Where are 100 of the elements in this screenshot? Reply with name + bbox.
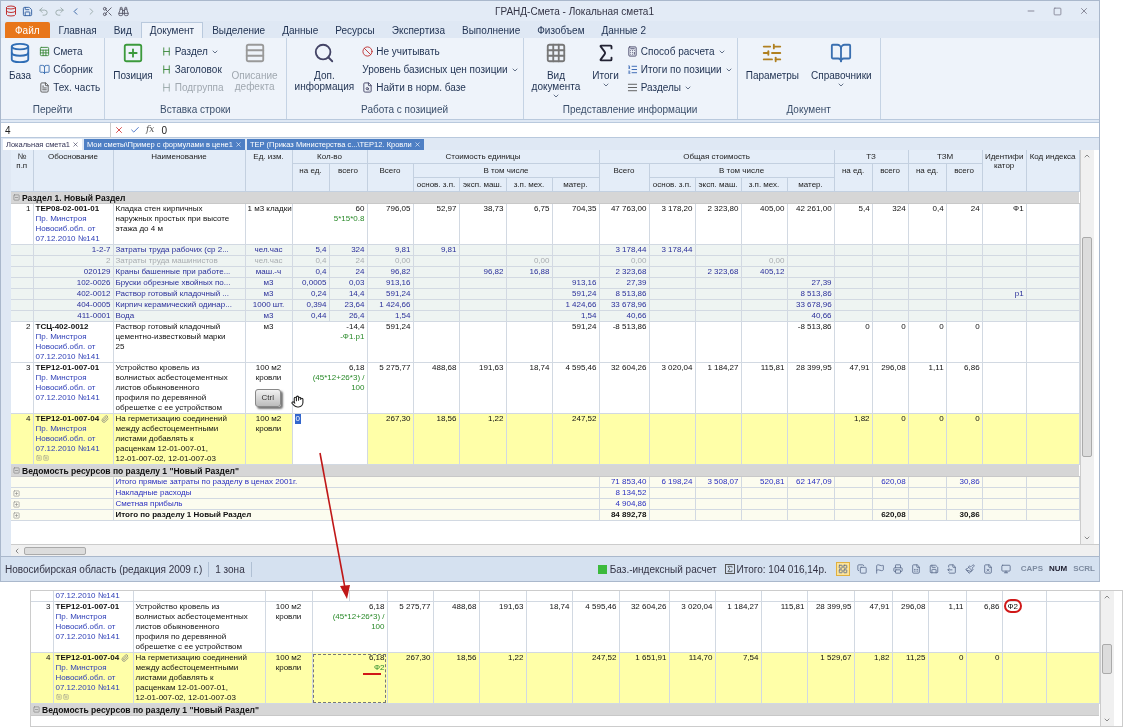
scroll-down-icon[interactable] bbox=[1083, 534, 1092, 542]
save-icon[interactable] bbox=[927, 563, 940, 575]
source-link[interactable]: Пр. Минстроя Новосиб.обл. от 07.12.2010 №141 bbox=[55, 612, 131, 642]
menu-tab[interactable]: Выполнение bbox=[454, 22, 529, 38]
scroll-left-icon[interactable] bbox=[13, 546, 21, 555]
menu-tab[interactable]: Вид bbox=[105, 22, 140, 38]
ribbon-button[interactable]: Способ расчета bbox=[626, 44, 733, 59]
close-icon[interactable] bbox=[413, 141, 421, 148]
expand-icon[interactable] bbox=[13, 490, 20, 497]
scroll-up-icon[interactable] bbox=[1103, 593, 1111, 601]
table-cell: 52,97 bbox=[413, 203, 459, 245]
ribbon-button[interactable]: Не учитывать bbox=[362, 44, 519, 59]
ribbon-button[interactable]: Сборник bbox=[39, 62, 101, 77]
collapse-icon[interactable] bbox=[13, 467, 20, 474]
ribbon-button[interactable]: Тех. часть bbox=[39, 80, 101, 95]
ribbon-button[interactable]: Найти в норм. базе bbox=[362, 80, 519, 95]
ribbon-button[interactable]: Заголовок bbox=[160, 62, 224, 77]
table-cell: На герметизацию соединений между асбестоцементными листами добавлять к расценкам 12-01-007-01, 12-01-007-02, 12-01-007-03 bbox=[133, 652, 265, 704]
table-cell: 1,54 bbox=[367, 310, 413, 322]
source-link[interactable]: Пр. Минстроя Новосиб.обл. от 07.12.2010 №141 bbox=[35, 424, 111, 454]
table-cell: 1,22 bbox=[459, 413, 506, 465]
ribbon-large-button[interactable]: Параметры bbox=[741, 42, 803, 102]
status-text: Итого: 104 016,14р. bbox=[736, 562, 827, 577]
menu-tab[interactable]: Выделение bbox=[204, 22, 274, 38]
source-link[interactable]: Пр. Минстроя Новосиб.обл. от 07.12.2010 №141 bbox=[35, 214, 111, 244]
menu-tab[interactable]: Физобъем bbox=[529, 22, 593, 38]
table-cell: 405,00 bbox=[741, 203, 787, 245]
scroll-thumb[interactable] bbox=[1102, 643, 1112, 674]
spreadsheet-icon[interactable] bbox=[909, 563, 922, 575]
grid-icon[interactable] bbox=[835, 562, 850, 576]
scroll-thumb[interactable] bbox=[24, 546, 86, 555]
ribbon-large-button[interactable]: Позиция bbox=[109, 42, 157, 102]
function-button[interactable]: fx bbox=[146, 123, 155, 137]
collapse-icon[interactable] bbox=[33, 706, 40, 713]
binoculars-icon[interactable] bbox=[118, 5, 129, 17]
scroll-up-icon[interactable] bbox=[1083, 152, 1092, 160]
table-cell: 62 147,09 bbox=[787, 476, 835, 488]
ribbon-button[interactable]: Разделы bbox=[626, 80, 733, 95]
scroll-thumb[interactable] bbox=[1082, 237, 1093, 457]
monitor-icon[interactable] bbox=[999, 563, 1012, 575]
expand-icon[interactable] bbox=[62, 694, 69, 700]
scroll-down-icon[interactable] bbox=[1103, 716, 1111, 724]
ribbon-large-button[interactable]: Вид документа bbox=[527, 42, 585, 102]
formula-field[interactable]: 0 bbox=[157, 122, 1099, 138]
menu-tab[interactable]: Документ bbox=[140, 22, 204, 38]
cell-reference-field[interactable]: 4 bbox=[1, 122, 111, 138]
ribbon-large-button[interactable]: База bbox=[5, 42, 36, 102]
close-icon[interactable] bbox=[72, 141, 79, 148]
app-logo-icon[interactable] bbox=[5, 5, 17, 17]
brush-icon[interactable] bbox=[963, 563, 976, 575]
menu-tab[interactable]: Ресурсы bbox=[327, 22, 383, 38]
expand-icon[interactable] bbox=[42, 455, 49, 461]
expand-icon[interactable] bbox=[35, 455, 42, 461]
menu-tab[interactable]: Экспертиза bbox=[383, 22, 453, 38]
cut-icon[interactable] bbox=[102, 5, 113, 17]
table-cell: 1,82 bbox=[834, 413, 873, 465]
ribbon-button[interactable]: Смета bbox=[39, 44, 101, 59]
menu-tab[interactable]: Данные 2 bbox=[593, 22, 654, 38]
close-icon[interactable] bbox=[1079, 6, 1089, 16]
menu-tab[interactable]: Данные bbox=[274, 22, 327, 38]
edit-field[interactable]: 0 bbox=[294, 414, 301, 424]
ribbon-button[interactable]: Раздел bbox=[160, 44, 224, 59]
expand-icon[interactable] bbox=[13, 512, 20, 519]
source-link[interactable]: 07.12.2010 №141 bbox=[55, 591, 131, 601]
check-icon[interactable] bbox=[130, 125, 140, 135]
table-cell: 2 323,68 bbox=[695, 266, 741, 278]
table-cell: 1 bbox=[11, 203, 33, 245]
column-header: ТЗ bbox=[834, 150, 909, 164]
save-icon[interactable] bbox=[22, 5, 33, 17]
copy-icon[interactable] bbox=[855, 563, 868, 575]
table-cell: 2 323,80 bbox=[695, 203, 741, 245]
paperclip-icon[interactable] bbox=[101, 415, 110, 423]
redo-icon[interactable] bbox=[54, 5, 65, 17]
export-icon[interactable] bbox=[945, 563, 958, 575]
table-cell: 11,25 bbox=[892, 652, 928, 704]
status-text: Новосибирская область (редакция 2009 г.) bbox=[5, 561, 210, 577]
menu-tab[interactable]: Главная bbox=[50, 22, 105, 38]
source-link[interactable]: Пр. Минстроя Новосиб.обл. от 07.12.2010 №141 bbox=[35, 332, 111, 362]
collapse-icon[interactable] bbox=[13, 194, 20, 201]
ribbon-button[interactable]: Итоги по позиции bbox=[626, 62, 733, 77]
ribbon-large-button[interactable]: Справочники bbox=[807, 42, 876, 102]
table-cell: 5,4 bbox=[834, 203, 873, 245]
printer-icon[interactable] bbox=[891, 563, 904, 575]
source-link[interactable]: Пр. Минстроя Новосиб.обл. от 07.12.2010 №141 bbox=[55, 663, 131, 693]
grid-icon bbox=[544, 42, 567, 64]
expand-icon[interactable] bbox=[55, 694, 62, 700]
paperclip-icon[interactable] bbox=[121, 654, 130, 662]
maximize-icon[interactable] bbox=[1053, 6, 1062, 16]
flag-icon[interactable] bbox=[873, 563, 886, 575]
close-icon[interactable] bbox=[234, 141, 242, 148]
ribbon-large-button[interactable]: Итоги bbox=[588, 42, 623, 102]
source-link[interactable]: Пр. Минстроя Новосиб.обл. от 07.12.2010 №141 bbox=[35, 373, 111, 403]
ribbon-button[interactable]: Уровень базисных цен позиции bbox=[362, 62, 519, 77]
quantity-formula: Ф2 bbox=[372, 663, 385, 673]
cancel-icon[interactable] bbox=[114, 125, 124, 135]
file-x-icon[interactable] bbox=[981, 563, 994, 575]
table-cell: 84 892,78 bbox=[599, 509, 649, 521]
ribbon-large-button[interactable]: Доп. информация bbox=[290, 42, 359, 102]
undo-icon[interactable] bbox=[38, 5, 49, 17]
expand-icon[interactable] bbox=[13, 501, 20, 508]
